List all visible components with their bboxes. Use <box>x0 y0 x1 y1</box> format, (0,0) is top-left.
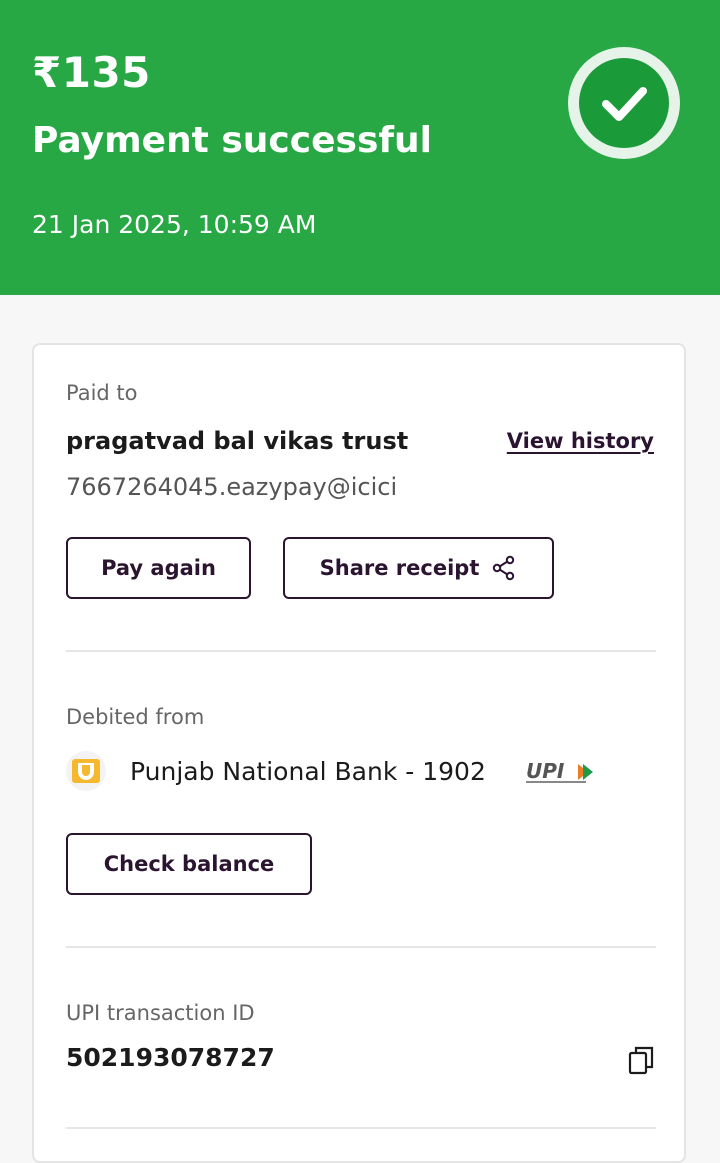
check-icon <box>602 87 647 121</box>
divider <box>66 650 656 652</box>
pnb-logo <box>66 751 106 791</box>
divider <box>66 1127 656 1129</box>
payment-datetime: 21 Jan 2025, 10:59 AM <box>32 210 317 239</box>
share-receipt-button[interactable]: Share receipt <box>283 537 554 599</box>
bank-account: Punjab National Bank - 1902 <box>130 757 486 786</box>
debited-from-label: Debited from <box>66 705 205 729</box>
view-history-link[interactable]: View history <box>507 429 654 453</box>
payee-upi-id: 7667264045.eazypay@icici <box>66 473 398 501</box>
upi-transaction-id-label: UPI transaction ID <box>66 1001 255 1025</box>
share-receipt-label: Share receipt <box>319 556 480 580</box>
check-balance-label: Check balance <box>103 852 275 876</box>
upi-logo: UPI <box>526 760 593 783</box>
paid-to-label: Paid to <box>66 381 138 405</box>
share-icon <box>493 555 515 581</box>
check-balance-button[interactable]: Check balance <box>66 833 312 895</box>
amount: ₹135 <box>32 48 151 97</box>
success-header: ₹135 Payment successful 21 Jan 2025, 10:… <box>0 0 720 295</box>
transaction-card: Paid to pragatvad bal vikas trust View h… <box>32 343 686 1163</box>
payee-name: pragatvad bal vikas trust <box>66 427 409 455</box>
svg-text:UPI: UPI <box>526 760 565 783</box>
copy-icon[interactable] <box>628 1045 656 1075</box>
pay-again-button[interactable]: Pay again <box>66 537 251 599</box>
payment-status: Payment successful <box>32 120 433 161</box>
success-badge <box>568 47 680 159</box>
divider <box>66 946 656 948</box>
pay-again-label: Pay again <box>101 556 216 580</box>
upi-transaction-id: 502193078727 <box>66 1043 275 1072</box>
